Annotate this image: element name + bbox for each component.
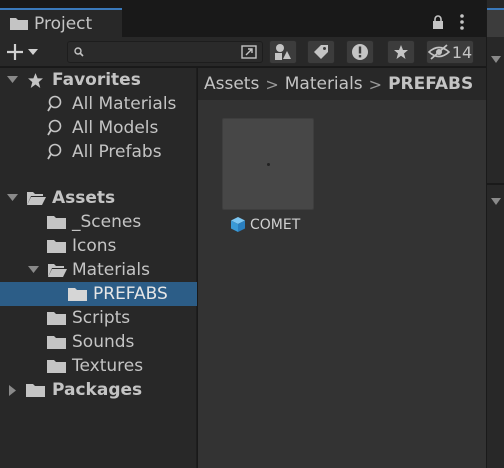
tree-item-scripts[interactable]: Scripts — [0, 306, 197, 330]
folder-open-icon — [26, 191, 46, 206]
tab-strip: Project — [0, 0, 486, 37]
chevron-right-icon: > — [265, 74, 279, 94]
tag-icon — [314, 45, 328, 59]
tree-label: Assets — [52, 188, 116, 208]
tree-favorites[interactable]: Favorites — [0, 68, 197, 92]
folder-icon — [47, 215, 66, 229]
asset-thumbnail[interactable] — [222, 118, 314, 210]
chevron-right-icon: > — [368, 74, 383, 94]
folder-icon — [47, 359, 66, 373]
search-by-type-button[interactable] — [269, 40, 297, 64]
search-by-log-button[interactable] — [346, 40, 374, 64]
tab-project[interactable]: Project — [0, 8, 122, 37]
folder-icon — [47, 335, 66, 349]
create-button[interactable] — [6, 41, 38, 63]
tree-label: All Prefabs — [72, 142, 162, 162]
divider — [487, 183, 504, 185]
search-icon — [47, 95, 65, 113]
preview-dot — [267, 163, 270, 166]
folder-icon — [47, 311, 66, 325]
folder-icon — [68, 287, 87, 301]
search-by-label-button[interactable] — [307, 40, 335, 64]
search-icon — [74, 47, 84, 57]
prefab-cube-icon — [231, 217, 245, 232]
tree-label: Scripts — [72, 308, 131, 328]
adjacent-tab[interactable] — [487, 8, 504, 37]
asset-tile-comet[interactable]: COMET — [222, 118, 316, 233]
search-popout-icon[interactable] — [240, 44, 258, 60]
tree-item-all-models[interactable]: All Models — [0, 116, 197, 140]
collapse-arrow-icon[interactable] — [491, 56, 501, 64]
tree-item-scenes[interactable]: _Scenes — [0, 210, 197, 234]
breadcrumb-item-materials[interactable]: Materials — [285, 74, 363, 94]
folder-icon — [47, 239, 66, 253]
expand-arrow-icon[interactable] — [27, 264, 39, 276]
adjacent-panel — [486, 0, 504, 468]
expand-arrow-icon[interactable] — [6, 192, 18, 204]
tree-item-prefabs[interactable]: PREFABS — [0, 282, 197, 306]
tree-item-all-materials[interactable]: All Materials — [0, 92, 197, 116]
chevron-down-icon — [28, 48, 38, 55]
expand-arrow-icon[interactable] — [6, 74, 18, 86]
folder-icon — [10, 18, 28, 30]
tree-label: Favorites — [52, 70, 141, 90]
plus-icon — [7, 44, 23, 60]
search-field[interactable] — [67, 41, 263, 63]
folder-icon — [26, 383, 45, 397]
tree-label: Icons — [72, 236, 117, 256]
tree-item-all-prefabs[interactable]: All Prefabs — [0, 140, 197, 164]
tree-item-materials[interactable]: Materials — [0, 258, 197, 282]
tree-item-icons[interactable]: Icons — [0, 234, 197, 258]
tree-packages[interactable]: Packages — [0, 378, 197, 402]
favorite-button[interactable] — [387, 40, 415, 64]
folder-open-icon — [47, 263, 67, 278]
breadcrumb-item-prefabs[interactable]: PREFABS — [388, 74, 473, 94]
hidden-count: 14 — [451, 42, 473, 62]
tree-assets[interactable]: Assets — [0, 186, 197, 210]
breadcrumb: Assets > Materials > PREFABS — [198, 68, 486, 100]
tab-title: Project — [34, 13, 93, 34]
tree-label: Packages — [52, 380, 143, 400]
tree-label: Sounds — [72, 332, 135, 352]
warning-icon — [352, 44, 368, 60]
search-input[interactable] — [86, 43, 226, 61]
folder-tree: Favorites All Materials All Models All P… — [0, 68, 197, 468]
breadcrumb-item-assets[interactable]: Assets — [204, 74, 259, 94]
asset-name: COMET — [250, 216, 301, 233]
shapes-icon — [275, 44, 291, 60]
search-icon — [47, 119, 65, 137]
collapse-arrow-icon[interactable] — [491, 198, 501, 206]
asset-content-area: Assets > Materials > PREFABS COMET — [198, 68, 486, 468]
asset-label: COMET — [230, 216, 316, 233]
tree-item-textures[interactable]: Textures — [0, 354, 197, 378]
tree-item-sounds[interactable]: Sounds — [0, 330, 197, 354]
tree-label: PREFABS — [93, 284, 168, 304]
project-toolbar: 14 — [0, 37, 486, 67]
more-options-icon[interactable] — [460, 14, 464, 30]
tree-label: All Materials — [72, 94, 177, 114]
star-icon — [27, 72, 44, 89]
tree-label: Materials — [72, 260, 150, 280]
lock-icon[interactable] — [432, 15, 444, 29]
collapsed-arrow-icon[interactable] — [7, 384, 19, 396]
tree-label: Textures — [72, 356, 144, 376]
hidden-packages-toggle[interactable]: 14 — [426, 40, 474, 64]
tree-label: All Models — [72, 118, 159, 138]
search-icon — [47, 143, 65, 161]
eye-slash-icon — [427, 44, 450, 60]
star-icon — [394, 45, 408, 59]
tree-label: _Scenes — [72, 212, 142, 232]
